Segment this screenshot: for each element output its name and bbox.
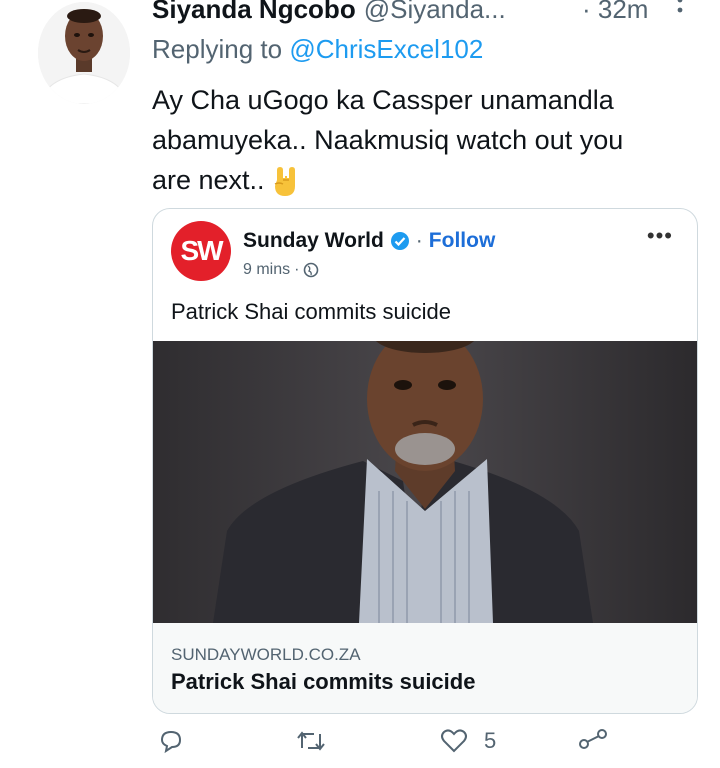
reply-button[interactable] (158, 728, 184, 754)
author-handle[interactable]: @Siyanda... (364, 0, 506, 25)
like-icon (441, 729, 467, 753)
replying-prefix: Replying to (152, 34, 290, 64)
more-vertical-icon[interactable] (672, 0, 688, 24)
link-preview-footer[interactable]: SUNDAYWORLD.CO.ZA Patrick Shai commits s… (153, 623, 697, 713)
quoted-age: 9 mins (243, 261, 291, 278)
quoted-header: Sunday World · Follow (243, 229, 495, 253)
share-button[interactable] (578, 728, 608, 754)
tweet-text-line: abamuyeka.. Naakmusiq watch out you (152, 125, 624, 155)
verified-badge-icon (390, 232, 409, 250)
quoted-tweet-card[interactable]: SW Sunday World · Follow 9 mins · ••• Pa… (152, 208, 698, 714)
reply-icon (160, 730, 182, 754)
meta-separator: · (294, 261, 300, 278)
link-preview-image[interactable] (153, 317, 697, 623)
replying-to-link[interactable]: @ChrisExcel102 (289, 34, 483, 64)
globe-icon (304, 262, 319, 278)
like-count: 5 (484, 728, 497, 753)
tweet-timestamp[interactable]: · 32m (582, 0, 648, 26)
link-domain: SUNDAYWORLD.CO.ZA (171, 645, 361, 664)
quoted-post-text: Patrick Shai commits suicide (171, 299, 451, 324)
quoted-meta: 9 mins · (243, 261, 319, 279)
tweet-text-line: Ay Cha uGogo ka Cassper unamandla (152, 85, 614, 115)
tweet-text: Ay Cha uGogo ka Cassper unamandla abamuy… (152, 80, 702, 200)
author-avatar[interactable] (38, 2, 130, 104)
follow-button[interactable]: Follow (429, 229, 496, 253)
quoted-account-name[interactable]: Sunday World (243, 229, 384, 253)
retweet-icon (297, 731, 325, 751)
rock-hand-emoji-icon (274, 166, 295, 196)
like-button[interactable]: 5 (440, 728, 496, 754)
link-title[interactable]: Patrick Shai commits suicide (171, 669, 475, 695)
more-horizontal-icon[interactable]: ••• (647, 223, 673, 249)
separator-dot: · (415, 229, 423, 252)
tweet-action-bar: 5 (152, 728, 720, 768)
retweet-button[interactable] (296, 728, 326, 754)
replying-to: Replying to @ChrisExcel102 (152, 34, 483, 65)
tweet-text-line: are next.. (152, 160, 702, 200)
sunday-world-logo[interactable]: SW (171, 221, 231, 281)
share-icon (579, 729, 607, 749)
author-name[interactable]: Siyanda Ngcobo (152, 0, 356, 25)
tweet-header: Siyanda Ngcobo @Siyanda... (152, 0, 506, 26)
